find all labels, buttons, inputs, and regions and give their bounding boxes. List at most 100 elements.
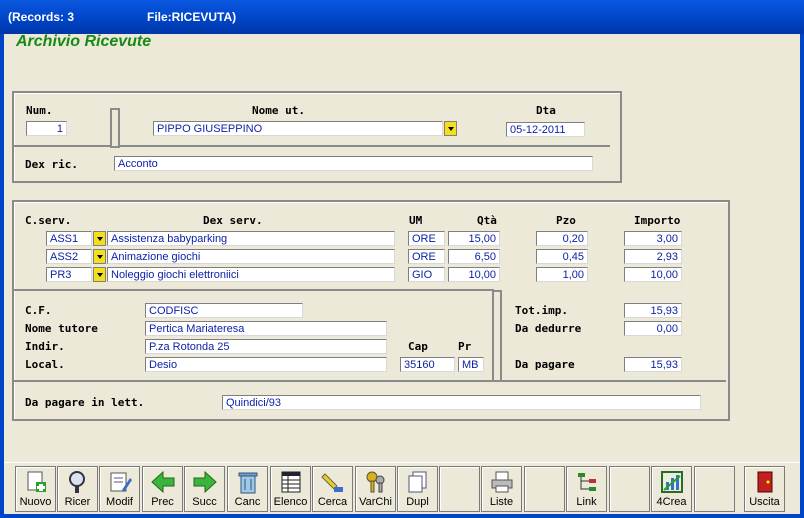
toolbar-empty-slot[interactable] xyxy=(439,466,480,512)
indir-field[interactable]: P.za Rotonda 25 xyxy=(145,339,387,354)
file-name: File:RICEVUTA) xyxy=(147,10,237,24)
cap-field[interactable]: 35160 xyxy=(400,357,455,372)
local-field[interactable]: Desio xyxy=(145,357,387,372)
window-title-bar: (Records: 3 File:RICEVUTA) xyxy=(0,0,804,34)
printer-icon xyxy=(491,471,513,493)
row-qta-field[interactable]: 15,00 xyxy=(448,231,500,246)
window-border-left xyxy=(0,34,4,518)
header-splitter xyxy=(110,108,120,148)
row-code-field[interactable]: ASS1 xyxy=(46,231,92,246)
canc-button[interactable]: Canc xyxy=(227,466,268,512)
ricer-label: Ricer xyxy=(64,496,91,508)
cf-field[interactable]: CODFISC xyxy=(145,303,303,318)
uscita-button[interactable]: Uscita xyxy=(744,466,785,512)
pzo-header: Pzo xyxy=(556,214,576,227)
toolbar-empty-slot[interactable] xyxy=(524,466,565,512)
ricer-button[interactable]: Ricer xyxy=(57,466,98,512)
varchi-button[interactable]: VarChi xyxy=(355,466,396,512)
pagare-field[interactable]: 15,93 xyxy=(624,357,682,372)
row-code-field[interactable]: ASS2 xyxy=(46,249,92,264)
qta-header: Qtà xyxy=(477,214,497,227)
nome-label: Nome ut. xyxy=(252,104,305,117)
detail-divider-bottom xyxy=(14,380,726,382)
nuovo-label: Nuovo xyxy=(19,496,52,508)
row-pzo-field[interactable]: 0,45 xyxy=(536,249,588,264)
new-document-icon xyxy=(27,471,46,492)
link-button[interactable]: Link xyxy=(566,466,607,512)
totimp-field[interactable]: 15,93 xyxy=(624,303,682,318)
exit-door-icon xyxy=(757,471,773,493)
importo-header: Importo xyxy=(634,214,681,227)
cap-label: Cap xyxy=(408,340,428,353)
totimp-label: Tot.imp. xyxy=(515,304,568,317)
elenco-button[interactable]: Elenco xyxy=(270,466,311,512)
nuovo-button[interactable]: Nuovo xyxy=(15,466,56,512)
row-pzo-field[interactable]: 0,20 xyxy=(536,231,588,246)
row-code-dropdown-button[interactable] xyxy=(93,231,106,246)
modif-button[interactable]: Modif xyxy=(99,466,140,512)
duplicate-icon xyxy=(408,471,427,493)
row-code-dropdown-button[interactable] xyxy=(93,249,106,264)
succ-label: Succ xyxy=(192,496,217,508)
row-code-dropdown-button[interactable] xyxy=(93,267,106,282)
num-field[interactable]: 1 xyxy=(26,121,67,136)
tutore-field[interactable]: Pertica Mariateresa xyxy=(145,321,387,336)
arrow-left-icon xyxy=(151,470,175,494)
highlighter-icon xyxy=(321,473,343,492)
canc-label: Canc xyxy=(234,496,261,508)
row-pzo-field[interactable]: 1,00 xyxy=(536,267,588,282)
dedurre-field[interactable]: 0,00 xyxy=(624,321,682,336)
row-importo-field[interactable]: 3,00 xyxy=(624,231,682,246)
nome-field[interactable]: PIPPO GIUSEPPINO xyxy=(153,121,443,136)
succ-button[interactable]: Succ xyxy=(184,466,225,512)
liste-label: Liste xyxy=(489,496,514,508)
dex-field[interactable]: Acconto xyxy=(114,156,593,171)
varchi-label: VarChi xyxy=(359,496,392,508)
nome-dropdown-button[interactable] xyxy=(444,121,457,136)
detail-splitter xyxy=(492,290,502,382)
pagare-label: Da pagare xyxy=(515,358,575,371)
row-um-field[interactable]: ORE xyxy=(408,249,445,264)
lett-field[interactable]: Quindici/93 xyxy=(222,395,701,410)
dta-label: Dta xyxy=(536,104,556,117)
detail-divider-top xyxy=(14,289,494,291)
records-count: (Records: 3 xyxy=(8,10,75,24)
header-divider xyxy=(14,145,610,147)
toolbar-empty-slot[interactable] xyxy=(694,466,735,512)
num-label: Num. xyxy=(26,104,53,117)
row-importo-field[interactable]: 10,00 xyxy=(624,267,682,282)
row-importo-field[interactable]: 2,93 xyxy=(624,249,682,264)
crea-label: 4Crea xyxy=(656,496,687,508)
cerca-label: Cerca xyxy=(317,496,348,508)
uscita-label: Uscita xyxy=(749,496,780,508)
row-code-field[interactable]: PR3 xyxy=(46,267,92,282)
prec-button[interactable]: Prec xyxy=(142,466,183,512)
row-desc-field[interactable]: Animazione giochi xyxy=(107,249,395,264)
edit-document-icon xyxy=(110,472,132,492)
dex-label: Dex ric. xyxy=(25,158,78,171)
local-label: Local. xyxy=(25,358,65,371)
dupl-button[interactable]: Dupl xyxy=(397,466,438,512)
tutore-label: Nome tutore xyxy=(25,322,98,335)
trash-icon xyxy=(238,472,258,494)
row-um-field[interactable]: ORE xyxy=(408,231,445,246)
lett-label: Da pagare in lett. xyxy=(25,396,145,409)
dta-field[interactable]: 05-12-2011 xyxy=(506,122,585,137)
arrow-right-icon xyxy=(193,470,217,494)
row-qta-field[interactable]: 10,00 xyxy=(448,267,500,282)
row-desc-field[interactable]: Noleggio giochi elettroniici xyxy=(107,267,395,282)
app-title: Archivio Ricevute xyxy=(16,33,152,50)
prec-label: Prec xyxy=(151,496,174,508)
list-table-icon xyxy=(281,471,301,493)
row-um-field[interactable]: GIO xyxy=(408,267,445,282)
row-qta-field[interactable]: 6,50 xyxy=(448,249,500,264)
indir-label: Indir. xyxy=(25,340,65,353)
crea-button[interactable]: 4Crea xyxy=(651,466,692,512)
liste-button[interactable]: Liste xyxy=(481,466,522,512)
pr-label: Pr xyxy=(458,340,472,353)
row-desc-field[interactable]: Assistenza babyparking xyxy=(107,231,395,246)
cerca-button[interactable]: Cerca xyxy=(312,466,353,512)
pr-field[interactable]: MB xyxy=(458,357,484,372)
toolbar-empty-slot[interactable] xyxy=(609,466,650,512)
window-border-right xyxy=(800,34,804,518)
